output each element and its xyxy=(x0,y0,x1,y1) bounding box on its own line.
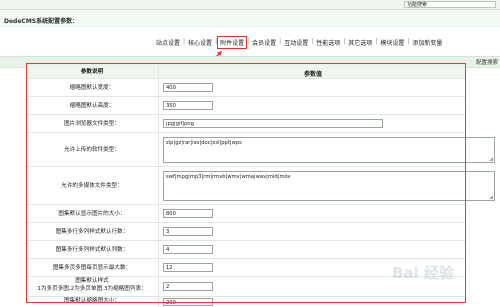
tab-performance-options[interactable]: 性能选项 xyxy=(313,38,343,49)
tab-other-options[interactable]: 其它选项 xyxy=(345,38,375,49)
page-title: DedeCMS系统配置参数： xyxy=(4,18,79,25)
tab-interaction-settings[interactable]: 互动设置 xyxy=(281,38,311,49)
tab-core-settings[interactable]: 核心设置 xyxy=(185,38,215,49)
tab-site-settings[interactable]: 站点设置 xyxy=(153,38,183,49)
tab-module-settings[interactable]: 模块设置 xyxy=(377,38,407,49)
tab-member-settings[interactable]: 会员设置 xyxy=(249,38,279,49)
config-search-link[interactable]: 配置搜索 xyxy=(476,58,498,66)
tab-add-variable[interactable]: 添加新变量 xyxy=(409,38,445,49)
watermark-logo: Bai 经验 xyxy=(392,264,454,282)
resize-handle-icon[interactable] xyxy=(489,157,493,161)
function-search-input[interactable]: 功能搜索 xyxy=(404,1,496,8)
resize-handle-icon[interactable] xyxy=(489,195,493,199)
tab-attachment-settings[interactable]: 附件设置 xyxy=(217,36,248,49)
settings-tabs: 站点设置 | 核心设置 | 附件设置 | 会员设置 | 互动设置 | 性能选项 | 其它选项… xyxy=(153,36,445,49)
